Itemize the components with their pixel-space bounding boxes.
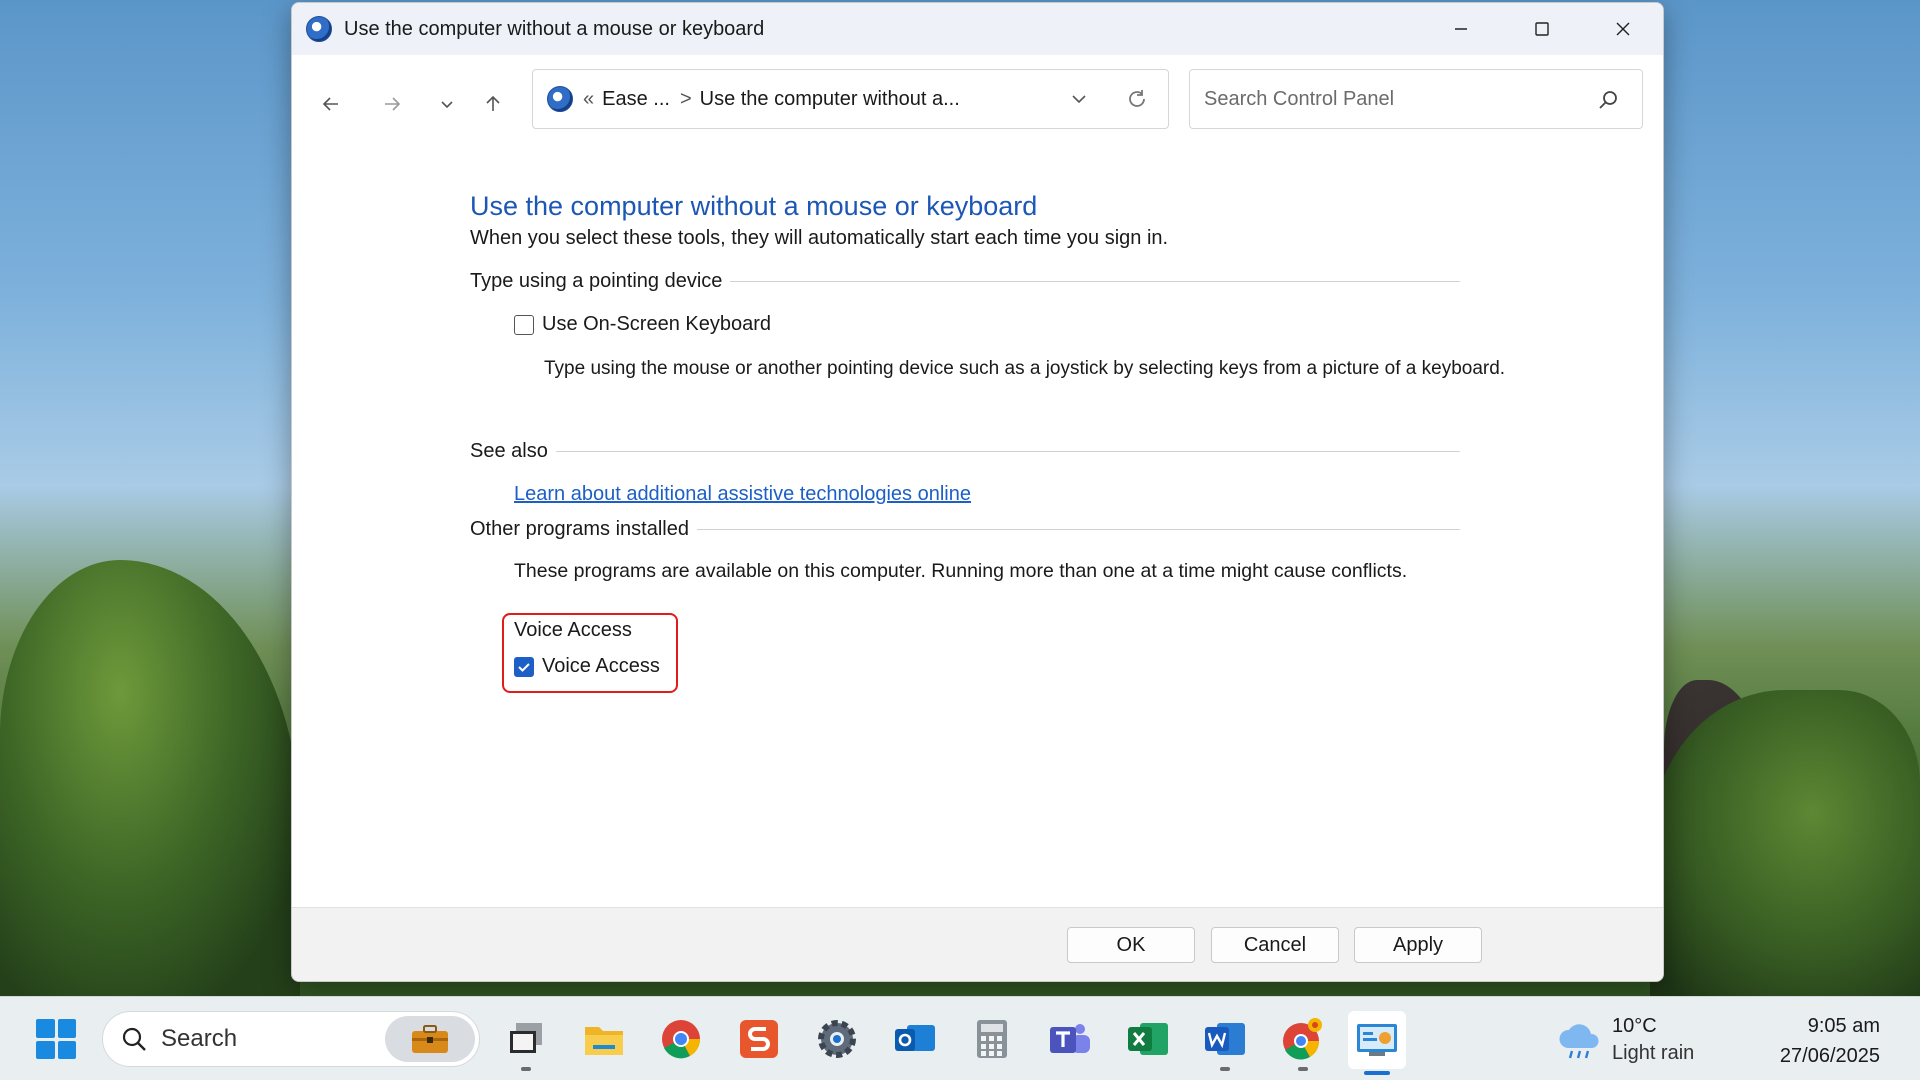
section-title: Type using a pointing device xyxy=(470,270,723,292)
control-panel-icon xyxy=(306,16,332,42)
maximize-button[interactable] xyxy=(1501,3,1582,55)
up-arrow-icon xyxy=(486,95,500,111)
excel-icon[interactable] xyxy=(1122,1013,1174,1065)
back-button[interactable] xyxy=(316,89,346,119)
control-panel-icon xyxy=(547,86,573,112)
pointing-device-section-header: Type using a pointing device xyxy=(470,270,1460,293)
on-screen-keyboard-description: Type using the mouse or another pointing… xyxy=(544,358,1506,379)
taskbar-search[interactable]: Search xyxy=(102,1011,480,1067)
voice-access-checkbox[interactable] xyxy=(514,656,534,677)
recent-locations-button[interactable] xyxy=(432,89,462,119)
section-title: Other programs installed xyxy=(470,518,689,540)
checkbox-label[interactable]: Voice Access xyxy=(542,655,660,678)
taskbar: Search 10°C Light rain 9:05 am 27/06/202… xyxy=(0,996,1920,1080)
on-screen-keyboard-checkbox[interactable] xyxy=(514,314,534,335)
task-view-icon[interactable] xyxy=(500,1013,552,1071)
other-programs-section-header: Other programs installed xyxy=(470,518,1460,541)
checkbox-label[interactable]: Use On-Screen Keyboard xyxy=(542,313,771,336)
close-button[interactable] xyxy=(1582,3,1663,55)
desktop-background xyxy=(0,560,300,1000)
address-dropdown-button[interactable] xyxy=(1068,88,1090,115)
navigation-bar: « Ease ... > Use the computer without a.… xyxy=(292,55,1663,151)
assistive-technologies-link[interactable]: Learn about additional assistive technol… xyxy=(514,483,971,506)
section-divider xyxy=(730,281,1460,282)
refresh-icon xyxy=(1129,90,1145,107)
apply-button[interactable]: Apply xyxy=(1354,927,1482,963)
running-indicator xyxy=(1220,1067,1230,1071)
breadcrumb-separator: > xyxy=(679,87,692,110)
close-icon xyxy=(1616,22,1629,36)
weather-temperature: 10°C xyxy=(1612,1015,1657,1037)
briefcase-icon[interactable] xyxy=(385,1016,475,1062)
minimize-button[interactable] xyxy=(1420,3,1501,55)
refresh-button[interactable] xyxy=(1124,86,1150,117)
forward-arrow-icon xyxy=(385,97,401,111)
word-icon[interactable] xyxy=(1199,1013,1251,1071)
file-explorer-icon[interactable] xyxy=(578,1013,630,1065)
page-title: Use the computer without a mouse or keyb… xyxy=(470,191,1038,221)
on-screen-keyboard-option[interactable]: Use On-Screen Keyboard xyxy=(514,313,771,336)
settings-icon[interactable] xyxy=(811,1013,863,1065)
section-divider xyxy=(696,529,1460,530)
main-content: Use the computer without a mouse or keyb… xyxy=(292,151,1663,911)
chrome-canary-icon[interactable] xyxy=(1277,1013,1329,1071)
clock-date: 27/06/2025 xyxy=(1779,1045,1880,1067)
minimize-icon xyxy=(1454,28,1467,30)
outlook-icon[interactable] xyxy=(889,1013,941,1065)
search-icon xyxy=(122,1027,146,1051)
start-button[interactable] xyxy=(36,1019,76,1059)
weather-widget[interactable]: 10°C Light rain xyxy=(1556,1015,1694,1065)
breadcrumb-overflow[interactable]: « xyxy=(583,88,594,111)
running-indicator xyxy=(1298,1067,1308,1071)
other-programs-note: These programs are available on this com… xyxy=(514,560,1408,582)
forward-button[interactable] xyxy=(377,89,407,119)
calculator-icon[interactable] xyxy=(966,1013,1018,1065)
voice-access-option[interactable]: Voice Access xyxy=(514,655,660,678)
section-title: See also xyxy=(470,440,548,462)
back-arrow-icon xyxy=(322,97,338,111)
control-panel-taskbar-icon[interactable] xyxy=(1348,1011,1406,1075)
maximize-icon xyxy=(1534,22,1549,36)
windows-logo-icon xyxy=(36,1019,55,1038)
dialog-footer: OK Cancel Apply xyxy=(292,907,1663,981)
ok-button[interactable]: OK xyxy=(1067,927,1195,963)
control-panel-window: Use the computer without a mouse or keyb… xyxy=(291,2,1664,982)
weather-condition: Light rain xyxy=(1612,1042,1695,1064)
search-icon[interactable] xyxy=(1596,88,1620,117)
clock-time: 9:05 am xyxy=(1807,1015,1880,1037)
rain-cloud-icon xyxy=(1559,1024,1599,1059)
cancel-button[interactable]: Cancel xyxy=(1211,927,1339,963)
search-control-panel-box[interactable] xyxy=(1189,69,1643,129)
address-bar[interactable]: « Ease ... > Use the computer without a.… xyxy=(532,69,1169,129)
taskbar-search-label: Search xyxy=(161,1025,238,1052)
breadcrumb-current-page[interactable]: Use the computer without a... xyxy=(700,88,960,111)
chrome-icon[interactable] xyxy=(655,1013,707,1065)
active-indicator xyxy=(1364,1071,1390,1075)
checkmark-icon xyxy=(518,662,530,672)
slides-app-icon[interactable] xyxy=(733,1013,785,1065)
desktop-background xyxy=(1650,690,1920,1000)
see-also-section-header: See also xyxy=(470,440,1460,463)
system-clock[interactable]: 9:05 am 27/06/2025 xyxy=(1780,1011,1880,1071)
section-divider xyxy=(555,451,1460,452)
chevron-down-icon xyxy=(441,101,453,109)
running-indicator xyxy=(521,1067,531,1071)
window-title: Use the computer without a mouse or keyb… xyxy=(344,17,765,40)
search-input[interactable] xyxy=(1204,87,1564,111)
voice-access-heading: Voice Access xyxy=(514,619,632,641)
title-bar[interactable]: Use the computer without a mouse or keyb… xyxy=(292,3,1663,55)
teams-icon[interactable] xyxy=(1044,1013,1096,1065)
breadcrumb-ease-of-access[interactable]: Ease ... xyxy=(602,88,670,111)
page-subtitle: When you select these tools, they will a… xyxy=(470,227,1169,249)
chevron-down-icon xyxy=(1072,95,1086,104)
up-button[interactable] xyxy=(478,89,508,119)
